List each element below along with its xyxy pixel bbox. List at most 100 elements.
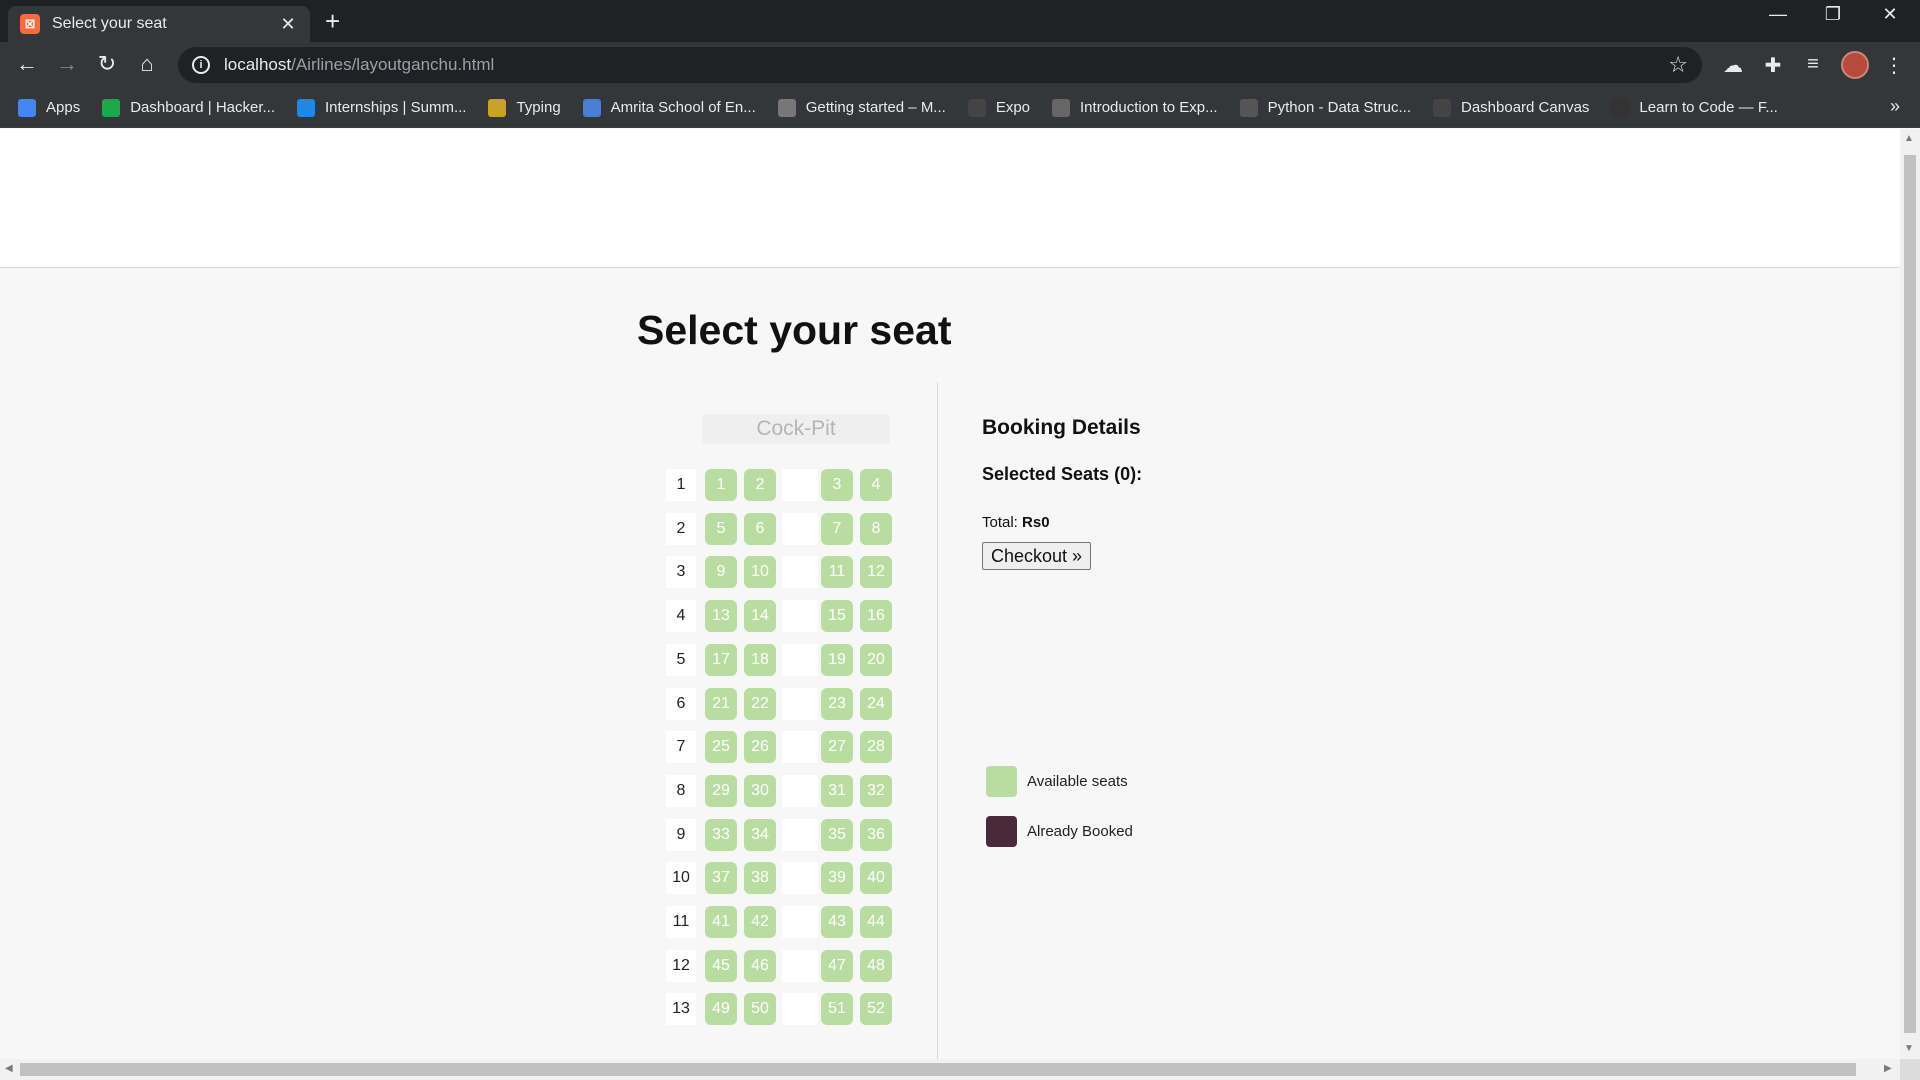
seat-button[interactable]: 15 [821,600,853,632]
bookmark-label: Learn to Code — F... [1639,99,1778,116]
seat-button[interactable]: 35 [821,819,853,851]
info-icon[interactable]: i [192,56,210,74]
seat-button[interactable]: 3 [821,469,853,501]
home-icon[interactable]: ⌂ [132,50,162,78]
seat-button[interactable]: 51 [821,993,853,1025]
horizontal-scrollbar[interactable]: ◀ ▶ [0,1059,1900,1080]
xampp-icon: ⊠ [20,14,40,34]
seat-button[interactable]: 5 [705,513,737,545]
close-window-icon[interactable]: ✕ [1870,4,1910,25]
minimize-icon[interactable]: — [1758,4,1798,25]
seat-button[interactable]: 46 [744,950,776,982]
seat-button[interactable]: 48 [860,950,892,982]
aisle [782,644,818,676]
scroll-up-icon[interactable]: ▲ [1904,133,1914,144]
seat-button[interactable]: 12 [860,556,892,588]
seat-button[interactable]: 40 [860,862,892,894]
seat-button[interactable]: 1 [705,469,737,501]
seat-button[interactable]: 50 [744,993,776,1025]
seat-button[interactable]: 31 [821,775,853,807]
seat-button[interactable]: 36 [860,819,892,851]
seat-button[interactable]: 17 [705,644,737,676]
seat-button[interactable]: 10 [744,556,776,588]
seat-button[interactable]: 26 [744,731,776,763]
new-tab-icon[interactable]: + [325,8,340,34]
vertical-scrollbar[interactable]: ▲ ▼ [1900,129,1920,1059]
seat-button[interactable]: 33 [705,819,737,851]
reload-icon[interactable]: ↻ [92,50,122,78]
aisle [782,906,818,938]
profile-avatar[interactable] [1841,51,1869,79]
bookmark-item[interactable]: Typing [488,98,561,117]
close-tab-icon[interactable]: ✕ [278,14,298,35]
bookmark-item[interactable]: Dashboard Canvas [1433,98,1589,117]
seat-button[interactable]: 29 [705,775,737,807]
horizontal-scroll-thumb[interactable] [20,1063,1856,1076]
seat-button[interactable]: 25 [705,731,737,763]
forward-icon[interactable]: → [52,50,82,78]
bookmark-item[interactable]: Dashboard | Hacker... [102,98,275,117]
seat-button[interactable]: 22 [744,688,776,720]
more-bookmarks-icon[interactable]: » [1890,96,1900,117]
menu-dots-icon[interactable]: ⋮ [1880,53,1908,78]
seat-button[interactable]: 21 [705,688,737,720]
seat-button[interactable]: 32 [860,775,892,807]
bookmark-item[interactable]: Getting started – M... [777,98,946,117]
seat-button[interactable]: 9 [705,556,737,588]
checkout-button[interactable]: Checkout » [982,542,1091,570]
seat-button[interactable]: 28 [860,731,892,763]
seat-button[interactable]: 16 [860,600,892,632]
seat-button[interactable]: 47 [821,950,853,982]
extension-cloud-icon[interactable]: ☁ [1719,53,1747,78]
seat-button[interactable]: 37 [705,862,737,894]
seat-button[interactable]: 7 [821,513,853,545]
seat-button[interactable]: 49 [705,993,737,1025]
seat-button[interactable]: 20 [860,644,892,676]
bookmark-item[interactable]: Apps [18,98,80,117]
row-number: 1 [666,469,696,501]
seat-button[interactable]: 18 [744,644,776,676]
seat-button[interactable]: 19 [821,644,853,676]
seat-button[interactable]: 13 [705,600,737,632]
scroll-down-icon[interactable]: ▼ [1904,1043,1914,1054]
seat-button[interactable]: 42 [744,906,776,938]
media-queue-icon[interactable]: ≡ [1799,53,1827,76]
seat-button[interactable]: 34 [744,819,776,851]
seat-button[interactable]: 8 [860,513,892,545]
address-bar[interactable]: i localhost/Airlines/layoutganchu.html ☆ [178,47,1702,83]
vertical-scroll-thumb[interactable] [1904,155,1916,1033]
seat-button[interactable]: 27 [821,731,853,763]
bookmark-item[interactable]: Python - Data Struc... [1239,98,1411,117]
extensions-puzzle-icon[interactable]: ✚ [1759,53,1787,78]
seat-button[interactable]: 39 [821,862,853,894]
seat-button[interactable]: 45 [705,950,737,982]
back-icon[interactable]: ← [12,50,42,78]
seat-button[interactable]: 38 [744,862,776,894]
bookmark-item[interactable]: Introduction to Exp... [1052,98,1218,117]
browser-tab[interactable]: ⊠ Select your seat ✕ [8,6,310,42]
restore-icon[interactable]: ❐ [1813,4,1853,25]
seat-button[interactable]: 14 [744,600,776,632]
bookmark-item[interactable]: Internships | Summ... [297,98,466,117]
row-number: 10 [666,862,696,894]
seat-button[interactable]: 52 [860,993,892,1025]
bookmark-star-icon[interactable]: ☆ [1668,52,1688,78]
seat-button[interactable]: 4 [860,469,892,501]
seat-button[interactable]: 23 [821,688,853,720]
seat-button[interactable]: 41 [705,906,737,938]
bookmark-item[interactable]: Amrita School of En... [582,98,756,117]
row-number: 11 [666,906,696,938]
seat-button[interactable]: 6 [744,513,776,545]
seat-button[interactable]: 11 [821,556,853,588]
scroll-right-icon[interactable]: ▶ [1884,1063,1892,1074]
seat-row: 12 45 46 47 48 [666,950,896,982]
bookmark-item[interactable]: Expo [967,98,1030,117]
seat-button[interactable]: 24 [860,688,892,720]
seat-button[interactable]: 30 [744,775,776,807]
seat-button[interactable]: 43 [821,906,853,938]
bookmark-item[interactable]: Learn to Code — F... [1611,98,1778,117]
page-viewport: Select your seat Cock-Pit 1 1 2 3 4 2 5 6 7 8 3 9 10… [0,129,1900,1059]
seat-button[interactable]: 2 [744,469,776,501]
seat-button[interactable]: 44 [860,906,892,938]
scroll-left-icon[interactable]: ◀ [5,1063,13,1074]
